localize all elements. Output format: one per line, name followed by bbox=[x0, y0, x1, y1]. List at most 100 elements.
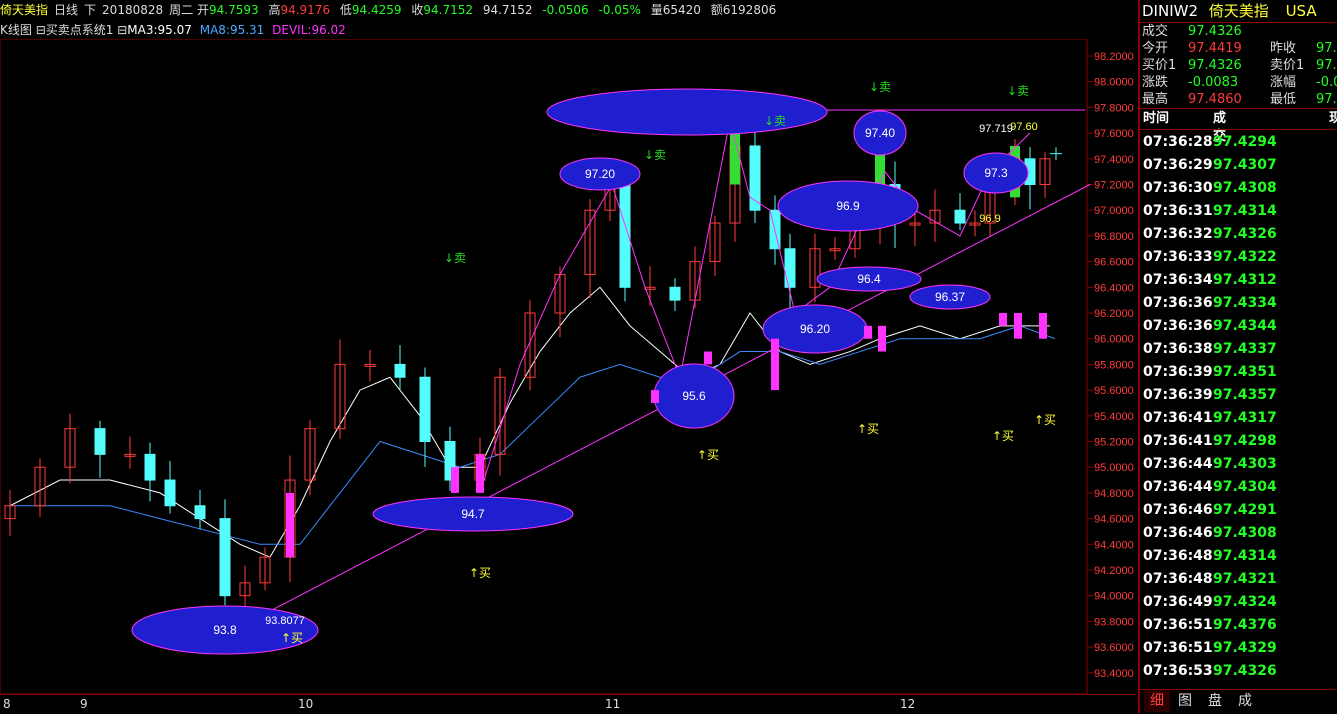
ellipse-label: 97.3 bbox=[984, 166, 1008, 180]
tick-time: 07:36:30 bbox=[1143, 180, 1213, 196]
quote-label: 最高 bbox=[1142, 92, 1169, 107]
tick-time: 07:36:41 bbox=[1143, 410, 1213, 426]
candle-body bbox=[219, 518, 231, 597]
y-tick-label: 94.8000 bbox=[1094, 488, 1134, 500]
tick-row: 07:36:3697.4344 bbox=[1143, 315, 1277, 338]
tick-row: 07:36:5397.4326 bbox=[1143, 660, 1277, 683]
quote-label: 涨幅 bbox=[1270, 75, 1297, 90]
y-tick-label: 97.2000 bbox=[1094, 180, 1134, 192]
candle-body bbox=[164, 479, 176, 507]
tick-price: 97.4291 bbox=[1213, 502, 1277, 518]
tick-price: 97.4344 bbox=[1213, 318, 1277, 334]
y-tick-label: 93.8000 bbox=[1094, 616, 1134, 628]
open-label: 开 bbox=[196, 3, 209, 17]
indicator-bar: K线图 ⊟买卖点系统1 ⊟MA3:95.07 MA8:95.31 DEVIL:9… bbox=[0, 21, 1136, 39]
tab-trades[interactable]: 成 bbox=[1232, 690, 1258, 712]
price-annotation: 97.60 bbox=[1010, 121, 1038, 133]
tick-row: 07:36:4497.4303 bbox=[1143, 453, 1277, 476]
tick-time: 07:36:39 bbox=[1143, 364, 1213, 380]
sell-marker: ↓卖 bbox=[869, 80, 891, 94]
signal-markers: ↓卖 ↓卖 ↓卖 ↓卖 ↓卖 ↑买 ↑买 ↑买 ↑买 ↑买 ↑买 bbox=[281, 80, 1056, 645]
tab-book[interactable]: 盘 bbox=[1202, 690, 1228, 712]
candlestick-chart[interactable]: 98.2000 98.0000 97.8000 97.6000 97.4000 97.20… bbox=[0, 39, 1136, 695]
tick-price: 97.4298 bbox=[1213, 433, 1277, 449]
buy-marker: ↑买 bbox=[281, 631, 303, 645]
y-tick-label: 96.2000 bbox=[1094, 308, 1134, 320]
period-label[interactable]: 日线 bbox=[54, 3, 78, 17]
y-tick-label: 95.6000 bbox=[1094, 385, 1134, 397]
tick-header-time: 时间 bbox=[1143, 111, 1170, 126]
y-tick-label: 98.2000 bbox=[1094, 51, 1134, 63]
tick-time: 07:36:51 bbox=[1143, 640, 1213, 656]
tick-price: 97.4326 bbox=[1213, 663, 1277, 679]
tick-price: 97.4314 bbox=[1213, 548, 1277, 564]
collapse-icon[interactable]: ⊟ bbox=[36, 23, 46, 37]
signal-bar bbox=[999, 313, 1007, 326]
tick-row: 07:36:4997.4324 bbox=[1143, 591, 1277, 614]
x-axis: 8 9 10 11 12 bbox=[0, 694, 1136, 714]
y-tick-label: 94.0000 bbox=[1094, 591, 1134, 603]
quote-label: 成交 bbox=[1142, 24, 1169, 39]
tick-price: 97.4334 bbox=[1213, 295, 1277, 311]
change-value: -0.0506 bbox=[542, 3, 589, 17]
market-label: USA bbox=[1285, 2, 1317, 20]
tick-price: 97.4317 bbox=[1213, 410, 1277, 426]
quote-panel: DINIW2 倚天美指 USA 成交 97.4326 今开 97.4419 昨收 97.4… bbox=[1138, 0, 1337, 713]
quote-label: 今开 bbox=[1142, 41, 1169, 56]
chart-type-label[interactable]: K线图 bbox=[0, 23, 32, 37]
ellipse-label: 94.7 bbox=[461, 507, 485, 521]
signal-bar bbox=[651, 390, 659, 403]
buy-marker: ↑买 bbox=[469, 566, 491, 580]
y-tick-label: 96.0000 bbox=[1094, 334, 1134, 346]
ellipse-label: 96.9 bbox=[836, 199, 860, 213]
tick-price: 97.4322 bbox=[1213, 249, 1277, 265]
buy-marker: ↑买 bbox=[697, 448, 719, 462]
plot-frame bbox=[0, 39, 1088, 695]
y-tick-label: 94.4000 bbox=[1094, 539, 1134, 551]
ellipse-label: 96.20 bbox=[800, 322, 830, 336]
tick-row: 07:36:4197.4317 bbox=[1143, 407, 1277, 430]
tick-time: 07:36:36 bbox=[1143, 295, 1213, 311]
tab-chart[interactable]: 图 bbox=[1172, 690, 1198, 712]
tab-detail[interactable]: 细 bbox=[1144, 690, 1170, 712]
tick-header: 时间 成交 现 bbox=[1143, 110, 1337, 144]
candle-body bbox=[784, 248, 796, 288]
tick-price: 97.4294 bbox=[1213, 134, 1277, 150]
volume-label: 量 bbox=[650, 3, 663, 17]
tick-row: 07:36:4897.4321 bbox=[1143, 568, 1277, 591]
y-tick-label: 95.0000 bbox=[1094, 462, 1134, 474]
low-label: 低 bbox=[339, 3, 352, 17]
tick-price: 97.4324 bbox=[1213, 594, 1277, 610]
sell-marker: ↓卖 bbox=[644, 148, 666, 162]
tick-price: 97.4329 bbox=[1213, 640, 1277, 656]
quote-value: 97.4860 bbox=[1188, 92, 1242, 107]
tick-row: 07:36:4897.4314 bbox=[1143, 545, 1277, 568]
direction-label: 下 bbox=[84, 3, 97, 17]
y-tick-label: 96.8000 bbox=[1094, 231, 1134, 243]
quote-value: 97.4326 bbox=[1188, 24, 1242, 39]
tick-time: 07:36:49 bbox=[1143, 594, 1213, 610]
ellipse-label: 96.37 bbox=[935, 290, 965, 304]
x-label-8: 8 bbox=[3, 697, 11, 711]
system-label[interactable]: 买卖点系统1 bbox=[46, 23, 114, 37]
last-value: 94.7152 bbox=[482, 3, 533, 17]
tick-price: 97.4304 bbox=[1213, 479, 1277, 495]
candle-body bbox=[94, 428, 106, 455]
tick-time: 07:36:44 bbox=[1143, 479, 1213, 495]
tick-time: 07:36:29 bbox=[1143, 157, 1213, 173]
y-tick-label: 95.2000 bbox=[1094, 437, 1134, 449]
tick-row: 07:36:3497.4312 bbox=[1143, 269, 1277, 292]
quote-title: DINIW2 倚天美指 USA bbox=[1142, 0, 1317, 22]
tick-row: 07:36:5197.4329 bbox=[1143, 637, 1277, 660]
buy-marker: ↑买 bbox=[992, 429, 1014, 443]
tick-price: 97.4326 bbox=[1213, 226, 1277, 242]
tick-row: 07:36:4697.4308 bbox=[1143, 522, 1277, 545]
signal-bar bbox=[878, 325, 886, 352]
pattern-ellipse bbox=[546, 88, 828, 136]
y-tick-label: 97.0000 bbox=[1094, 205, 1134, 217]
quote-label: 买价1 bbox=[1142, 58, 1177, 73]
amount-value: 6192806 bbox=[722, 3, 777, 17]
signal-bar bbox=[864, 325, 872, 339]
tick-row: 07:36:3997.4351 bbox=[1143, 361, 1277, 384]
collapse-icon[interactable]: ⊟ bbox=[117, 23, 127, 37]
